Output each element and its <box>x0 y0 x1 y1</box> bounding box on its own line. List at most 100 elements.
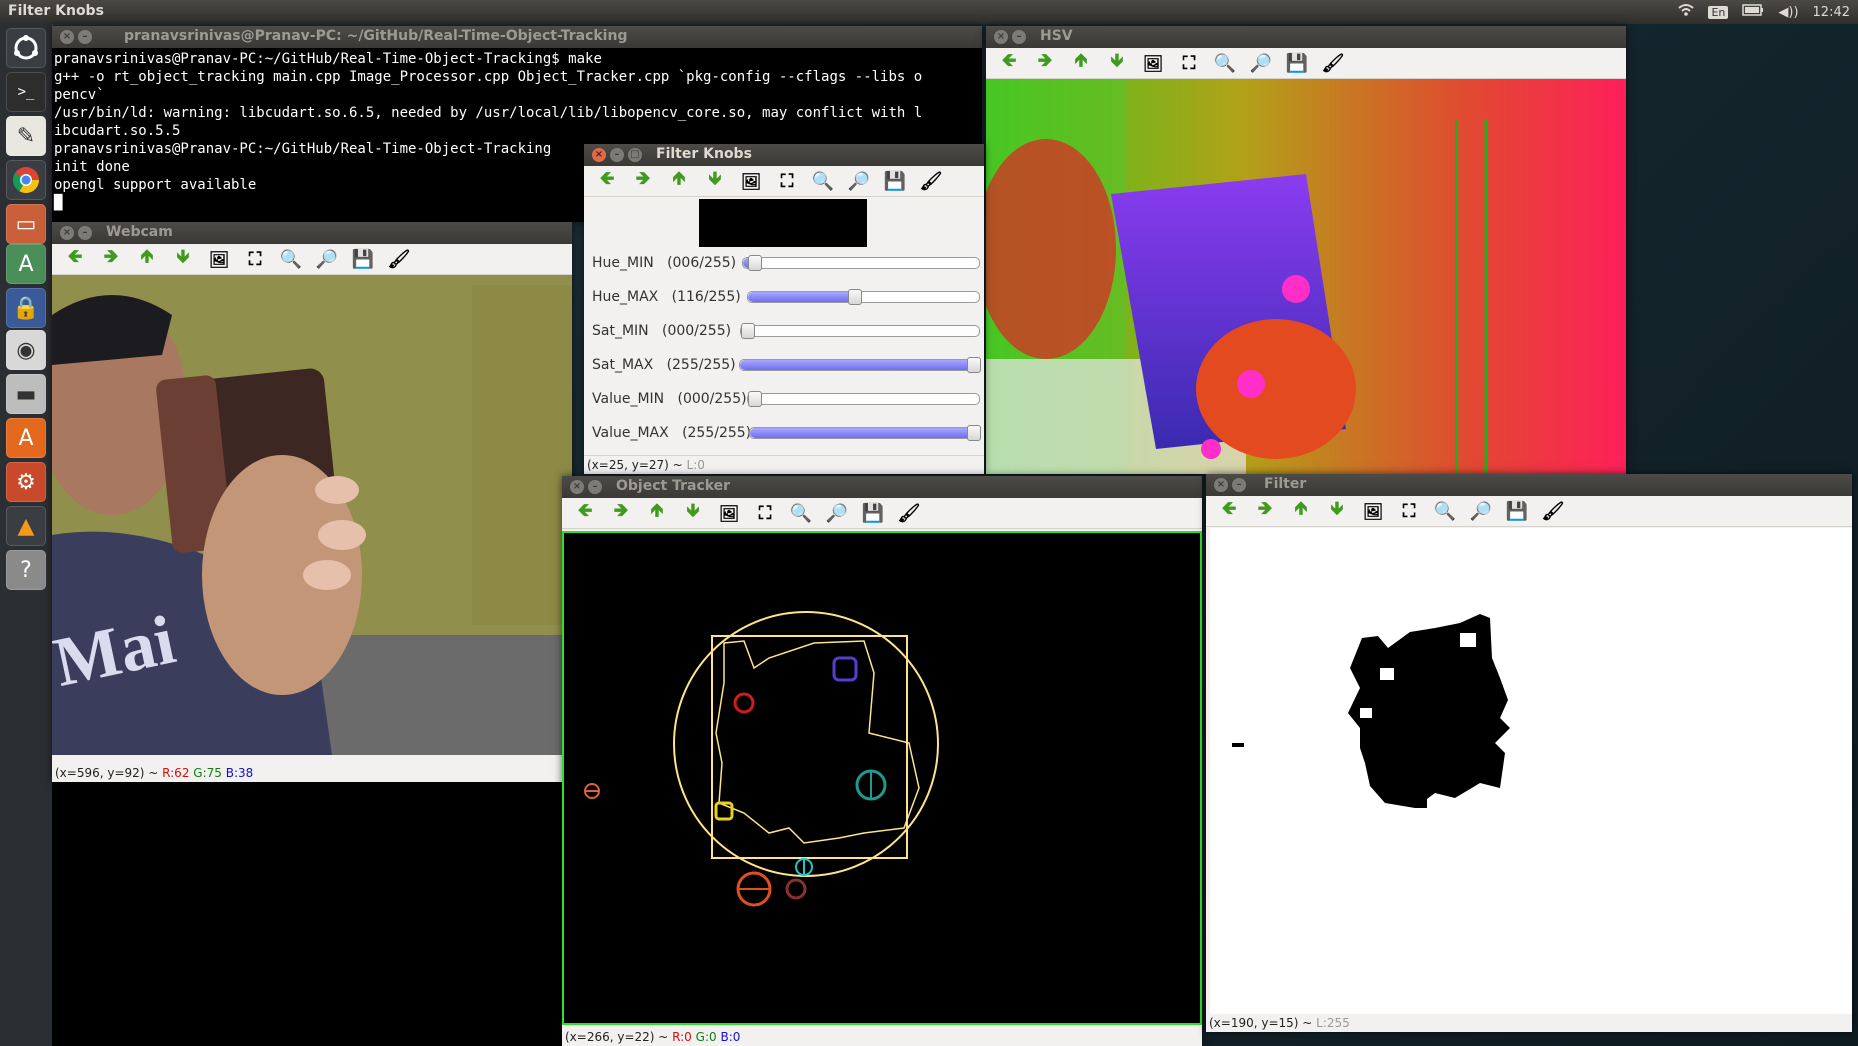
pan-down-icon[interactable]: 🡻 <box>702 168 728 194</box>
minimize-icon[interactable]: – <box>588 480 602 494</box>
pan-right-icon[interactable]: 🡺 <box>1252 498 1278 524</box>
pan-up-icon[interactable]: 🡹 <box>1288 498 1314 524</box>
hsv-window[interactable]: × – HSV 🡸 🡺 🡹 🡻 🖼 ⛶ 🔍 🔎 💾 🖌 <box>986 26 1626 474</box>
terminal-titlebar[interactable]: × – pranavsrinivas@Pranav-PC: ~/GitHub/Re… <box>52 26 982 48</box>
webcam-image[interactable]: Mai <box>52 275 572 755</box>
close-icon[interactable]: × <box>592 148 606 162</box>
filter-image[interactable] <box>1210 528 1852 1014</box>
drive-icon[interactable]: ▬ <box>6 374 46 414</box>
webcam-titlebar[interactable]: × – Webcam <box>52 222 572 244</box>
settings-icon[interactable]: ⚙ <box>6 462 46 502</box>
pan-down-icon[interactable]: 🡻 <box>680 500 706 526</box>
keyboard-layout-indicator[interactable]: En <box>1708 5 1729 19</box>
pan-right-icon[interactable]: 🡺 <box>1032 50 1058 76</box>
zoom-out-icon[interactable]: 🔎 <box>846 168 872 194</box>
software-center-icon[interactable]: A <box>6 418 46 458</box>
zoom-original-icon[interactable]: 🖼 <box>1140 50 1166 76</box>
hue-max-slider[interactable] <box>747 289 980 305</box>
zoom-out-icon[interactable]: 🔎 <box>314 246 340 272</box>
minimize-icon[interactable]: – <box>610 148 624 162</box>
object-tracker-titlebar[interactable]: × – Object Tracker <box>562 476 1202 498</box>
hsv-image[interactable] <box>986 79 1626 474</box>
zoom-out-icon[interactable]: 🔎 <box>1468 498 1494 524</box>
slider-handle[interactable] <box>748 255 763 271</box>
wifi-icon[interactable] <box>1678 3 1695 21</box>
minimize-icon[interactable]: – <box>1232 478 1246 492</box>
zoom-in-icon[interactable]: 🔍 <box>788 500 814 526</box>
zoom-original-icon[interactable]: 🖼 <box>1360 498 1386 524</box>
dash-icon[interactable] <box>6 28 46 68</box>
close-icon[interactable]: × <box>570 480 584 494</box>
terminal-icon[interactable]: >_ <box>6 72 46 112</box>
pan-right-icon[interactable]: 🡺 <box>630 168 656 194</box>
zoom-out-icon[interactable]: 🔎 <box>824 500 850 526</box>
pan-left-icon[interactable]: 🡸 <box>594 168 620 194</box>
slider-handle[interactable] <box>967 357 981 373</box>
minimize-icon[interactable]: – <box>78 226 92 240</box>
help-icon[interactable]: ? <box>6 550 46 590</box>
lock-icon[interactable]: 🔒 <box>6 288 46 328</box>
close-icon[interactable]: × <box>1214 478 1228 492</box>
object-tracker-window[interactable]: × – Object Tracker 🡸 🡺 🡹 🡻 🖼 ⛶ 🔍 🔎 💾 🖌 (… <box>562 476 1202 1046</box>
pan-right-icon[interactable]: 🡺 <box>608 500 634 526</box>
pan-left-icon[interactable]: 🡸 <box>572 500 598 526</box>
pan-down-icon[interactable]: 🡻 <box>170 246 196 272</box>
sat-min-slider[interactable] <box>740 323 980 339</box>
zoom-fit-icon[interactable]: ⛶ <box>242 246 268 272</box>
slider-handle[interactable] <box>748 391 762 407</box>
hue-min-slider[interactable] <box>742 255 980 271</box>
files-icon[interactable]: ▭ <box>6 204 46 244</box>
properties-icon[interactable]: 🖌 <box>896 500 922 526</box>
filter-titlebar[interactable]: × – Filter <box>1206 474 1852 496</box>
object-tracker-image[interactable] <box>562 531 1202 1025</box>
minimize-icon[interactable]: – <box>1012 30 1026 44</box>
pan-up-icon[interactable]: 🡹 <box>644 500 670 526</box>
pan-down-icon[interactable]: 🡻 <box>1104 50 1130 76</box>
pan-up-icon[interactable]: 🡹 <box>134 246 160 272</box>
text-editor-icon[interactable]: ✎ <box>6 116 46 156</box>
chrome-icon[interactable] <box>6 160 46 200</box>
save-icon[interactable]: 💾 <box>1504 498 1530 524</box>
zoom-in-icon[interactable]: 🔍 <box>278 246 304 272</box>
zoom-original-icon[interactable]: 🖼 <box>716 500 742 526</box>
filter-knobs-titlebar[interactable]: × – □ Filter Knobs <box>584 144 984 166</box>
zoom-fit-icon[interactable]: ⛶ <box>752 500 778 526</box>
volume-icon[interactable]: ◀)) <box>1778 5 1798 20</box>
vlc-icon[interactable]: ▲ <box>6 506 46 546</box>
filter-window[interactable]: × – Filter 🡸 🡺 🡹 🡻 🖼 ⛶ 🔍 🔎 💾 🖌 (x=190, y=… <box>1206 474 1852 1032</box>
zoom-in-icon[interactable]: 🔍 <box>1212 50 1238 76</box>
pan-left-icon[interactable]: 🡸 <box>996 50 1022 76</box>
webcam-icon[interactable]: ◉ <box>6 330 46 370</box>
save-icon[interactable]: 💾 <box>350 246 376 272</box>
value-max-slider[interactable] <box>749 425 981 441</box>
close-icon[interactable]: × <box>60 226 74 240</box>
maximize-icon[interactable]: □ <box>628 148 642 162</box>
clock[interactable]: 12:42 <box>1813 5 1850 20</box>
software-updater-icon[interactable]: A <box>6 244 46 284</box>
save-icon[interactable]: 💾 <box>860 500 886 526</box>
value-min-slider[interactable] <box>747 391 980 407</box>
slider-handle[interactable] <box>967 425 981 441</box>
filter-knobs-window[interactable]: × – □ Filter Knobs 🡸 🡺 🡹 🡻 🖼 ⛶ 🔍 🔎 💾 🖌 Hue… <box>584 144 984 474</box>
zoom-original-icon[interactable]: 🖼 <box>206 246 232 272</box>
properties-icon[interactable]: 🖌 <box>918 168 944 194</box>
pan-right-icon[interactable]: 🡺 <box>98 246 124 272</box>
close-icon[interactable]: × <box>994 30 1008 44</box>
sat-max-slider[interactable] <box>739 357 981 373</box>
zoom-fit-icon[interactable]: ⛶ <box>1176 50 1202 76</box>
zoom-fit-icon[interactable]: ⛶ <box>1396 498 1422 524</box>
close-icon[interactable]: × <box>60 30 74 44</box>
pan-left-icon[interactable]: 🡸 <box>62 246 88 272</box>
pan-left-icon[interactable]: 🡸 <box>1216 498 1242 524</box>
pan-up-icon[interactable]: 🡹 <box>666 168 692 194</box>
properties-icon[interactable]: 🖌 <box>386 246 412 272</box>
zoom-in-icon[interactable]: 🔍 <box>810 168 836 194</box>
battery-icon[interactable] <box>1742 4 1764 20</box>
zoom-out-icon[interactable]: 🔎 <box>1248 50 1274 76</box>
webcam-window[interactable]: × – Webcam 🡸 🡺 🡹 🡻 🖼 ⛶ 🔍 🔎 💾 🖌 Mai (x=59… <box>52 222 572 782</box>
zoom-in-icon[interactable]: 🔍 <box>1432 498 1458 524</box>
pan-up-icon[interactable]: 🡹 <box>1068 50 1094 76</box>
zoom-fit-icon[interactable]: ⛶ <box>774 168 800 194</box>
save-icon[interactable]: 💾 <box>882 168 908 194</box>
pan-down-icon[interactable]: 🡻 <box>1324 498 1350 524</box>
